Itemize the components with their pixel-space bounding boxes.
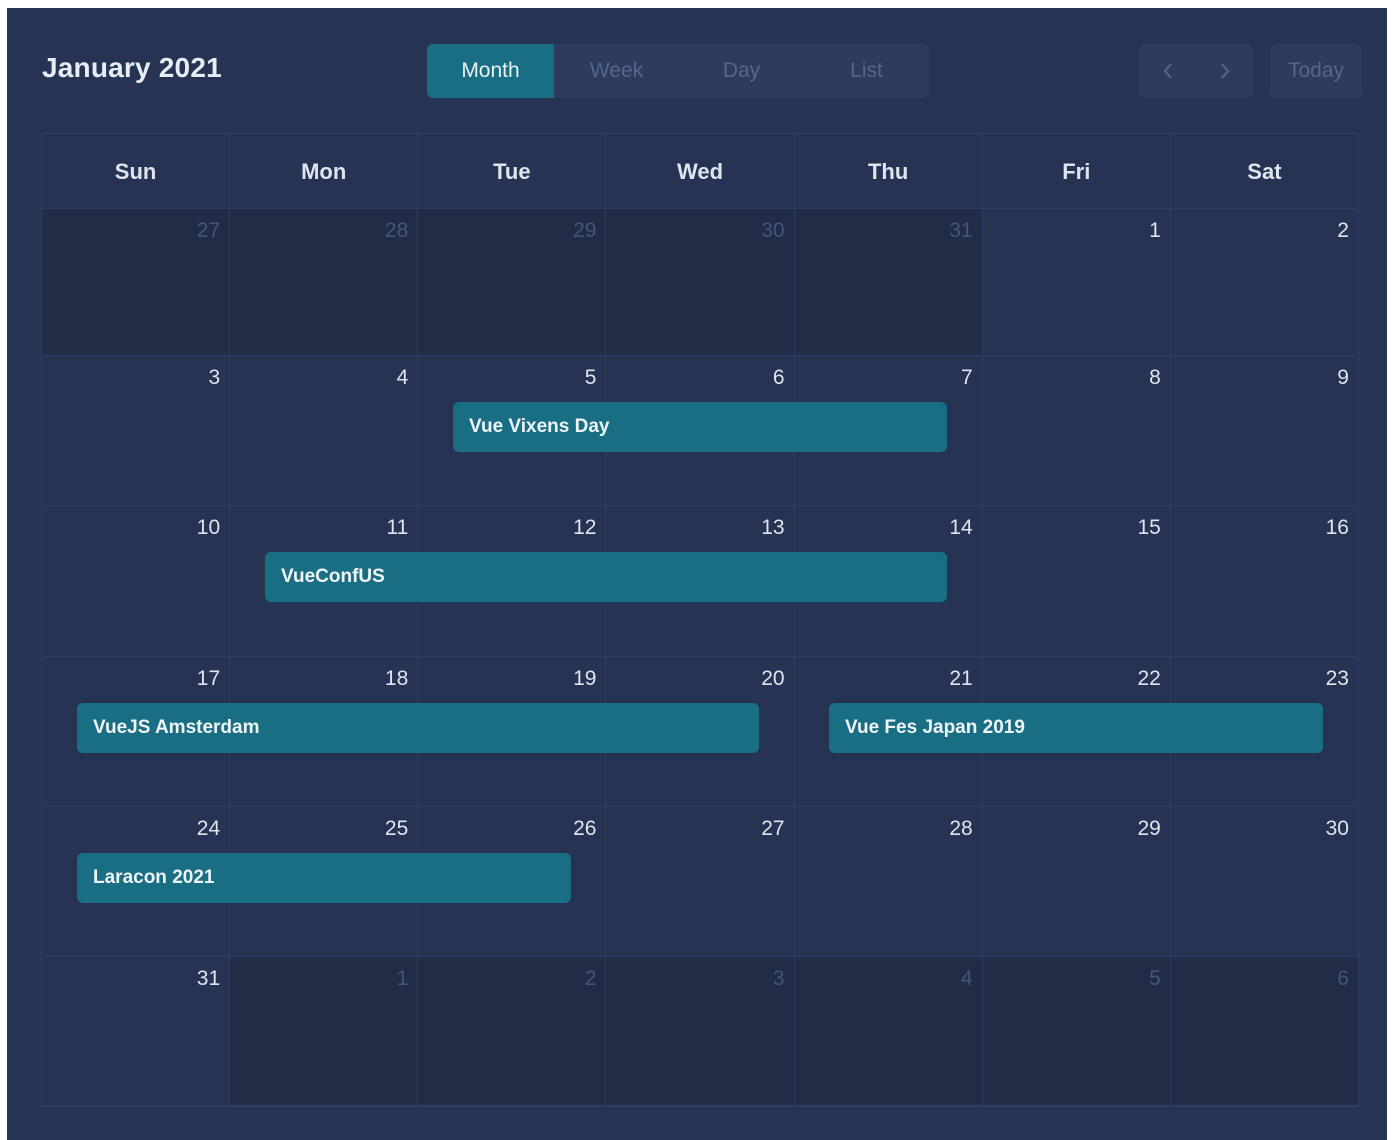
day-cell[interactable]: 31 xyxy=(794,209,983,355)
day-cell[interactable]: 8 xyxy=(982,356,1171,505)
day-number: 28 xyxy=(384,219,409,242)
day-cell[interactable]: 3 xyxy=(42,356,231,505)
day-number: 1 xyxy=(1149,219,1161,242)
day-number: 2 xyxy=(1337,219,1349,242)
day-number: 6 xyxy=(772,366,785,389)
day-number: 5 xyxy=(1149,967,1161,990)
day-cell[interactable]: 1 xyxy=(982,209,1171,355)
next-button[interactable] xyxy=(1196,44,1253,98)
day-number: 6 xyxy=(1337,967,1349,990)
day-number: 29 xyxy=(573,219,597,242)
calendar-title: January 2021 xyxy=(42,52,222,83)
day-cell[interactable]: 1 xyxy=(230,957,419,1105)
day-cell[interactable]: 6 xyxy=(1170,957,1358,1105)
prev-button[interactable] xyxy=(1139,44,1196,98)
day-number: 7 xyxy=(961,366,973,389)
day-number: 30 xyxy=(761,219,785,242)
weekday-wed: Wed xyxy=(606,134,795,208)
day-number: 14 xyxy=(949,516,973,539)
day-number: 27 xyxy=(761,817,785,840)
day-cell[interactable]: 27 xyxy=(606,807,795,956)
day-cell[interactable]: 16 xyxy=(1170,506,1358,656)
event-bar[interactable]: VueJS Amsterdam xyxy=(77,703,759,753)
day-number: 12 xyxy=(573,516,597,539)
day-cell[interactable]: 10 xyxy=(42,506,231,656)
today-button[interactable]: Today xyxy=(1270,44,1362,98)
event-bar[interactable]: Vue Fes Japan 2019 xyxy=(829,703,1323,753)
day-cell[interactable]: 3 xyxy=(606,957,795,1105)
day-number: 24 xyxy=(196,817,221,840)
prev-next-group xyxy=(1139,44,1253,98)
day-number: 15 xyxy=(1137,516,1161,539)
event-bar[interactable]: Vue Vixens Day xyxy=(453,402,947,452)
day-cell[interactable]: 15 xyxy=(982,506,1171,656)
day-number: 26 xyxy=(573,817,597,840)
day-view-button[interactable]: Day xyxy=(679,44,804,98)
chevron-right-icon xyxy=(1219,62,1231,80)
day-number: 23 xyxy=(1325,667,1349,690)
day-cell[interactable]: 31 xyxy=(42,957,231,1105)
day-number: 5 xyxy=(584,366,597,389)
day-number: 10 xyxy=(196,516,221,539)
day-cell[interactable]: 5 xyxy=(982,957,1171,1105)
day-number: 13 xyxy=(761,516,785,539)
weekday-tue: Tue xyxy=(418,134,607,208)
day-cell[interactable]: 30 xyxy=(1170,807,1358,956)
day-cell[interactable]: 9 xyxy=(1170,356,1358,505)
day-number: 8 xyxy=(1149,366,1161,389)
day-cell[interactable]: 4 xyxy=(230,356,419,505)
day-number: 22 xyxy=(1137,667,1161,690)
weekday-thu: Thu xyxy=(795,134,983,208)
day-number: 17 xyxy=(196,667,221,690)
list-view-button[interactable]: List xyxy=(804,44,929,98)
day-number: 2 xyxy=(584,967,597,990)
day-cell[interactable]: 2 xyxy=(418,957,607,1105)
weekday-sun: Sun xyxy=(42,134,231,208)
view-switcher: Month Week Day List xyxy=(427,44,929,98)
day-cell[interactable]: 4 xyxy=(794,957,983,1105)
event-bar[interactable]: VueConfUS xyxy=(265,552,947,602)
day-cell[interactable]: 2 xyxy=(1170,209,1358,355)
day-number: 9 xyxy=(1337,366,1349,389)
day-number: 4 xyxy=(961,967,973,990)
day-number: 31 xyxy=(949,219,973,242)
day-number: 3 xyxy=(772,967,785,990)
day-cell[interactable]: 28 xyxy=(794,807,983,956)
day-cell[interactable]: 30 xyxy=(606,209,795,355)
day-cell[interactable]: 27 xyxy=(42,209,231,355)
weekday-sat: Sat xyxy=(1247,159,1282,184)
day-number: 25 xyxy=(384,817,409,840)
week-row: 31 1 2 3 4 5 6 xyxy=(42,957,1358,1106)
day-cell[interactable]: 29 xyxy=(418,209,607,355)
event-bar[interactable]: Laracon 2021 xyxy=(77,853,571,903)
day-number: 19 xyxy=(573,667,597,690)
month-grid: Sun Mon Tue Wed Thu Fri Sat 27 28 29 30 31 1 2 3 4 5 6 7 8… xyxy=(41,133,1359,1107)
chevron-left-icon xyxy=(1162,62,1174,80)
week-view-button[interactable]: Week xyxy=(554,44,679,98)
week-row: 27 28 29 30 31 1 2 xyxy=(42,209,1358,356)
weekday-fri: Fri xyxy=(983,134,1171,208)
day-number: 28 xyxy=(949,817,973,840)
day-number: 30 xyxy=(1325,817,1349,840)
day-number: 16 xyxy=(1325,516,1349,539)
day-number: 3 xyxy=(208,366,221,389)
day-number: 18 xyxy=(384,667,409,690)
day-number: 29 xyxy=(1137,817,1161,840)
day-number: 1 xyxy=(396,967,409,990)
day-number: 4 xyxy=(396,366,409,389)
calendar-app: January 2021 Month Week Day List Today S… xyxy=(7,8,1387,1140)
day-cell[interactable]: 28 xyxy=(230,209,419,355)
day-number: 31 xyxy=(196,967,221,990)
month-view-button[interactable]: Month xyxy=(427,44,554,98)
weekday-header: Sun Mon Tue Wed Thu Fri Sat xyxy=(42,134,1358,209)
day-number: 27 xyxy=(196,219,221,242)
day-number: 21 xyxy=(949,667,973,690)
day-number: 11 xyxy=(386,516,409,539)
day-number: 20 xyxy=(761,667,785,690)
day-cell[interactable]: 29 xyxy=(982,807,1171,956)
weekday-mon: Mon xyxy=(230,134,419,208)
